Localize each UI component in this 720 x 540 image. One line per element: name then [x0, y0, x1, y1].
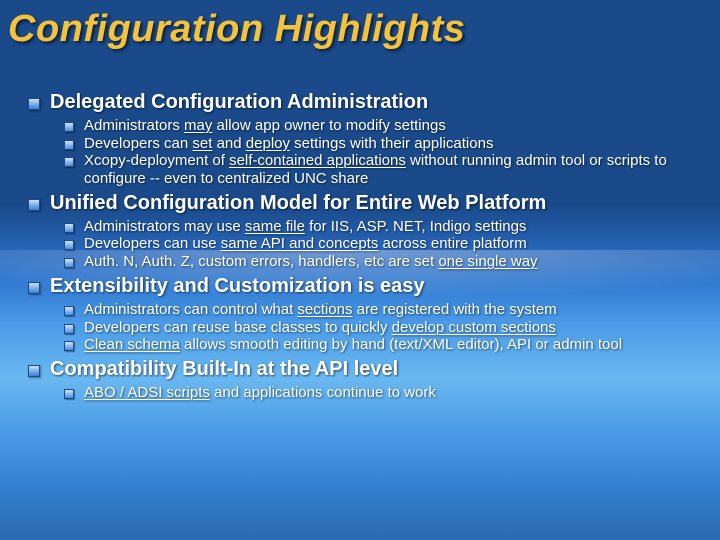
- section-heading: Extensibility and Customization is easy: [50, 274, 700, 299]
- sub-list: Administrators may allow app owner to mo…: [64, 117, 700, 188]
- section-item: Unified Configuration Model for Entire W…: [28, 191, 700, 271]
- sub-item: Developers can reuse base classes to qui…: [64, 319, 700, 337]
- slide-title: Configuration Highlights: [8, 8, 465, 51]
- section-heading: Unified Configuration Model for Entire W…: [50, 191, 700, 216]
- sub-list: Administrators may use same file for IIS…: [64, 218, 700, 271]
- section-item: Delegated Configuration Administration Ad…: [28, 90, 700, 188]
- sub-item: Auth. N, Auth. Z, custom errors, handler…: [64, 253, 700, 271]
- sub-item: ABO / ADSI scripts and applications cont…: [64, 384, 700, 402]
- sub-list: ABO / ADSI scripts and applications cont…: [64, 384, 700, 402]
- bullet-list: Delegated Configuration Administration Ad…: [28, 90, 700, 402]
- sub-item: Administrators may allow app owner to mo…: [64, 117, 700, 135]
- sub-item: Developers can use same API and concepts…: [64, 235, 700, 253]
- section-item: Extensibility and Customization is easy A…: [28, 274, 700, 354]
- section-heading: Delegated Configuration Administration: [50, 90, 700, 115]
- sub-item: Developers can set and deploy settings w…: [64, 135, 700, 153]
- slide: Configuration Highlights Delegated Confi…: [0, 0, 720, 540]
- sub-item: Clean schema allows smooth editing by ha…: [64, 336, 700, 354]
- sub-item: Administrators may use same file for IIS…: [64, 218, 700, 236]
- slide-content: Delegated Configuration Administration Ad…: [28, 90, 700, 405]
- section-item: Compatibility Built-In at the API level A…: [28, 357, 700, 402]
- section-heading: Compatibility Built-In at the API level: [50, 357, 700, 382]
- sub-item: Administrators can control what sections…: [64, 301, 700, 319]
- sub-list: Administrators can control what sections…: [64, 301, 700, 354]
- sub-item: Xcopy-deployment of self-contained appli…: [64, 152, 700, 187]
